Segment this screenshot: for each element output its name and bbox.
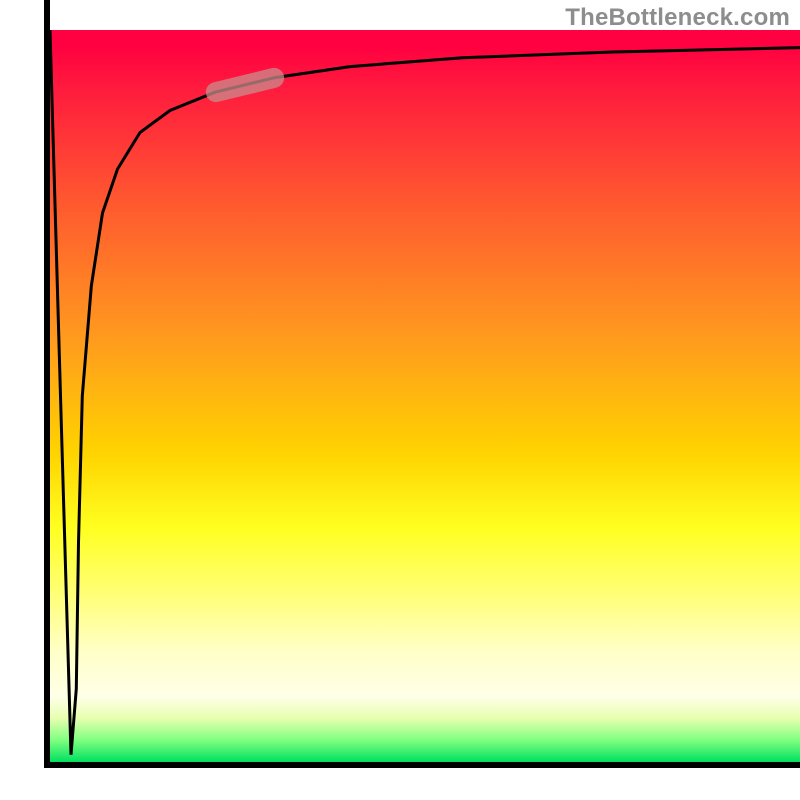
x-axis — [44, 762, 800, 768]
chart-stage: TheBottleneck.com — [0, 0, 800, 800]
curve-path — [50, 30, 800, 755]
watermark-text: TheBottleneck.com — [565, 4, 790, 32]
plot-area — [50, 30, 800, 762]
y-axis — [44, 0, 50, 768]
chart-svg — [50, 30, 800, 762]
